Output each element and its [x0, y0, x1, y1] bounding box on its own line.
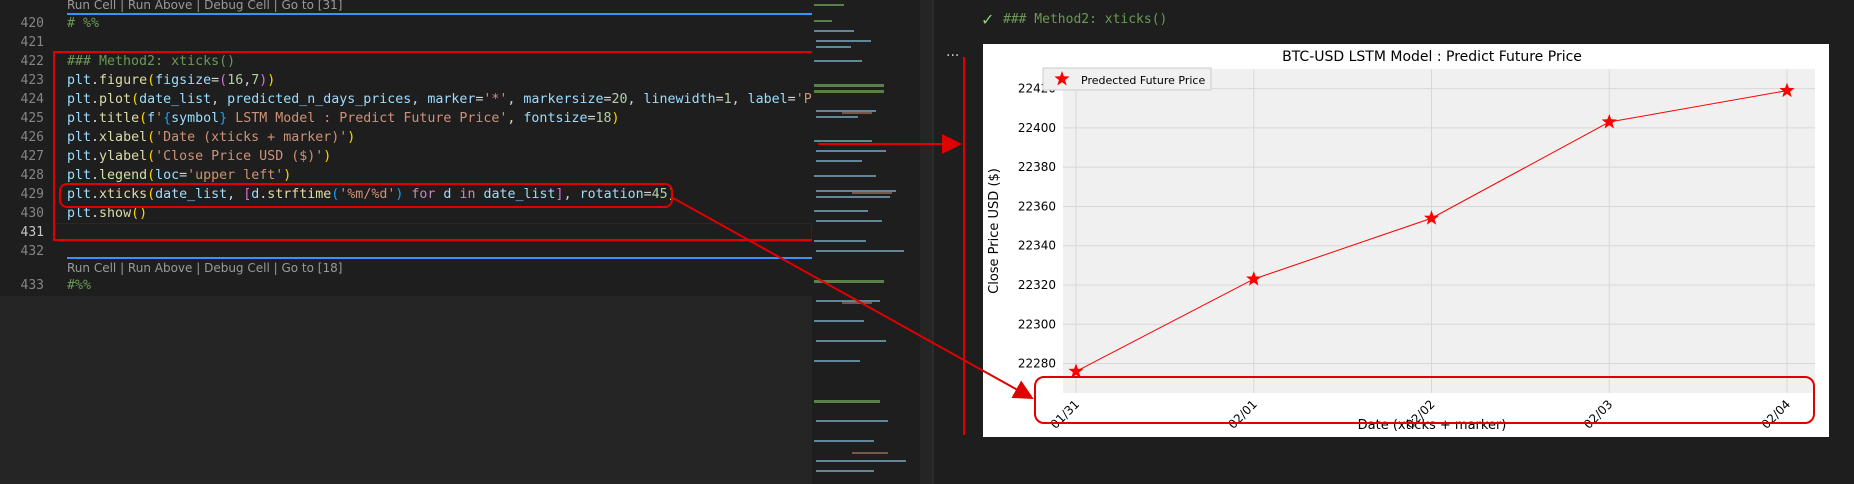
y-tick-label: 22280 — [1018, 357, 1056, 371]
y-axis-label: Close Price USD ($) — [987, 168, 1002, 294]
y-tick-label: 22400 — [1018, 121, 1056, 135]
y-tick-label: 22380 — [1018, 160, 1056, 174]
y-tick-label: 22340 — [1018, 239, 1056, 253]
annotation-xticks-highlight — [1034, 376, 1815, 424]
y-tick-label: 22300 — [1018, 317, 1056, 331]
legend: Predected Future Price — [1042, 67, 1212, 91]
legend-label: Predected Future Price — [1081, 74, 1205, 87]
chart-title: BTC-USD LSTM Model : Predict Future Pric… — [1282, 49, 1582, 65]
y-tick-label: 22360 — [1018, 199, 1056, 213]
y-tick-label: 22320 — [1018, 278, 1056, 292]
plot-area — [1063, 69, 1815, 393]
annotation-bracket-line — [963, 57, 965, 435]
